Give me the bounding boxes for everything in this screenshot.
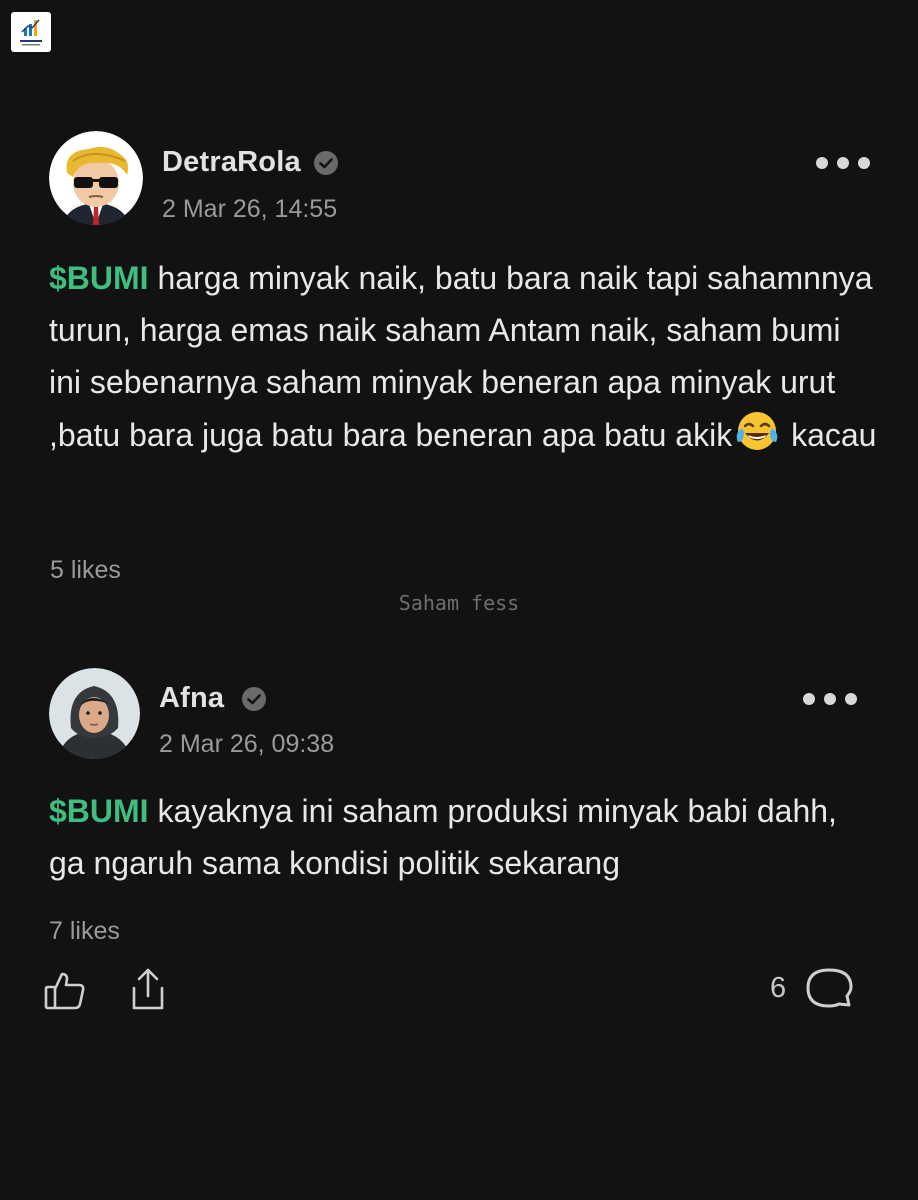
post-body: $BUMI kayaknya ini saham produksi minyak…	[49, 785, 879, 889]
avatar[interactable]	[49, 668, 140, 759]
post-timestamp: 2 Mar 26, 14:55	[162, 195, 338, 223]
post-timestamp: 2 Mar 26, 09:38	[159, 730, 335, 758]
username[interactable]: DetraRola	[162, 146, 301, 179]
ticker-link[interactable]: $BUMI	[49, 793, 149, 829]
reply-count: 6	[770, 972, 787, 1004]
verified-badge-icon	[313, 150, 339, 176]
app-logo	[11, 12, 51, 52]
verified-badge-icon	[241, 686, 267, 712]
likes-count[interactable]: 5 likes	[50, 556, 121, 585]
more-options-icon[interactable]	[803, 688, 857, 710]
post-body: $BUMI harga minyak naik, batu bara naik …	[49, 252, 879, 461]
post-text: kayaknya ini saham produksi minyak babi …	[49, 793, 837, 881]
username[interactable]: Afna	[159, 682, 224, 715]
post-text-end: kacau	[782, 417, 877, 453]
thumbs-up-icon[interactable]	[43, 968, 87, 1012]
watermark: Saham fess	[398, 591, 520, 615]
share-icon[interactable]	[128, 966, 168, 1012]
face-with-tears-of-joy-icon	[734, 408, 780, 454]
avatar[interactable]	[49, 131, 143, 225]
ticker-link[interactable]: $BUMI	[49, 260, 149, 296]
more-options-icon[interactable]	[816, 152, 870, 174]
comment-icon[interactable]	[805, 965, 855, 1013]
likes-count[interactable]: 7 likes	[49, 917, 120, 946]
